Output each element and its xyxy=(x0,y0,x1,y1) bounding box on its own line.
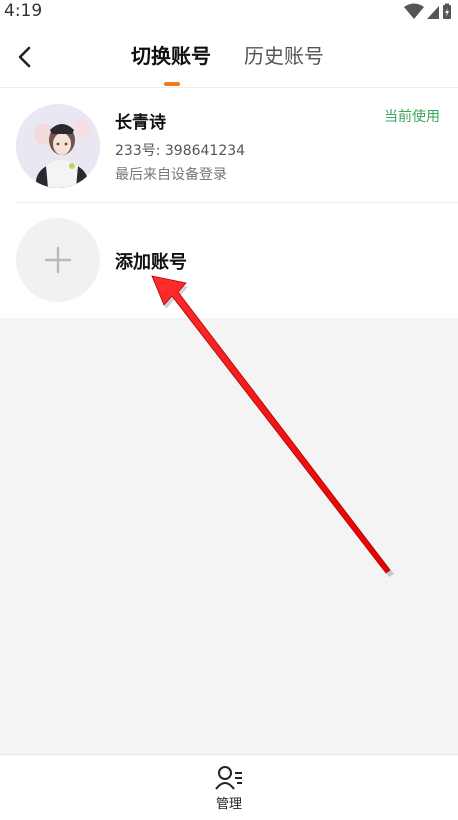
add-account-avatar xyxy=(16,218,100,302)
add-account-row[interactable]: 添加账号 xyxy=(0,218,458,302)
signal-icon xyxy=(427,6,439,19)
current-account-badge: 当前使用 xyxy=(384,109,440,125)
manage-label: 管理 xyxy=(215,797,242,812)
battery-charging-icon xyxy=(443,3,451,19)
manage-button[interactable]: 管理 xyxy=(199,765,259,817)
wifi-icon xyxy=(404,3,424,19)
bottom-bar: 管理 xyxy=(0,754,458,820)
header: 切换账号 历史账号 xyxy=(0,24,458,88)
account-list: 长青诗 233号: 398641234 最后来自设备登录 当前使用 添加账号 xyxy=(0,88,458,318)
user-manage-icon xyxy=(215,766,242,790)
account-row[interactable]: 长青诗 233号: 398641234 最后来自设备登录 当前使用 xyxy=(0,100,458,202)
tab-switch-account[interactable]: 切换账号 xyxy=(131,42,211,74)
row-divider xyxy=(16,202,458,203)
tab-active-indicator xyxy=(164,82,180,86)
account-id: 233号: 398641234 xyxy=(115,143,246,159)
status-bar: 4:19 xyxy=(0,0,458,24)
status-icons xyxy=(404,3,452,19)
avatar xyxy=(16,104,100,188)
plus-icon xyxy=(44,246,72,274)
account-name: 长青诗 xyxy=(115,113,166,133)
tab-history-account[interactable]: 历史账号 xyxy=(244,42,324,74)
status-time: 4:19 xyxy=(4,1,43,21)
chevron-left-icon xyxy=(18,46,31,68)
account-last-login: 最后来自设备登录 xyxy=(115,167,227,183)
back-button[interactable] xyxy=(10,42,40,72)
add-account-label: 添加账号 xyxy=(115,252,187,273)
